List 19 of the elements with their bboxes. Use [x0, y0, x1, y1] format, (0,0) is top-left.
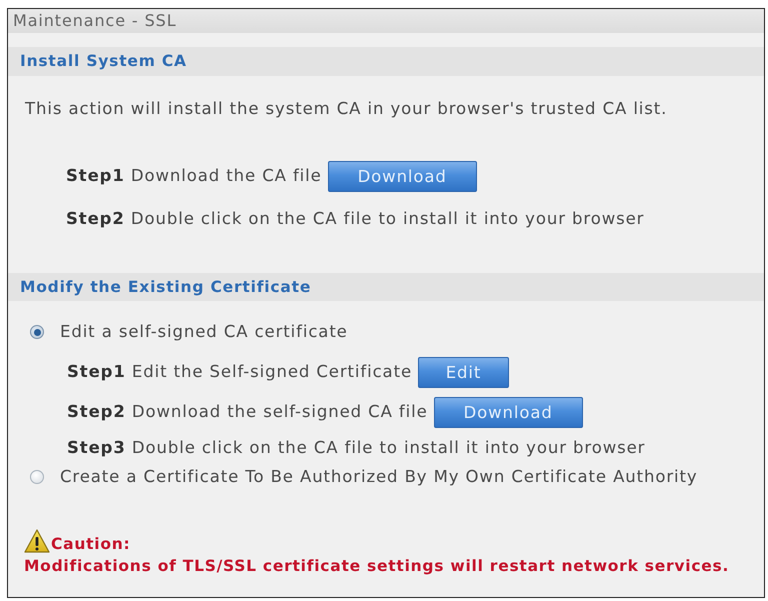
step-text: Step1 Edit the Self-signed Certificate — [67, 360, 412, 383]
section-header: Install System CA — [8, 47, 764, 76]
radio-button[interactable] — [30, 325, 44, 339]
caution-message: Modifications of TLS/SSL certificate settings will restart network services. — [24, 556, 730, 577]
action-button[interactable]: Edit — [418, 356, 509, 388]
description-text: This action will install the system CA in your browser's trusted CA list. — [25, 98, 668, 120]
step-text: Step2 Download the self-signed CA file — [67, 400, 428, 423]
option-label: Edit a self-signed CA certificate — [60, 320, 348, 343]
radio-button[interactable] — [30, 470, 44, 484]
window-title: Maintenance - SSL — [8, 9, 764, 33]
step-text: Step3 Double click on the CA file to install it into your browser — [67, 437, 646, 460]
section-header: Modify the Existing Certificate — [8, 273, 764, 301]
action-button[interactable]: Download — [328, 161, 477, 192]
step-text: Step1 Download the CA file — [66, 165, 322, 188]
caution-title: Caution: — [51, 535, 130, 553]
warning-icon — [24, 529, 50, 553]
action-button[interactable]: Download — [434, 396, 583, 428]
option-label: Create a Certificate To Be Authorized By My Own Certificate Authority — [60, 466, 698, 488]
step-text: Step2 Double click on the CA file to install it into your browser — [66, 208, 644, 230]
